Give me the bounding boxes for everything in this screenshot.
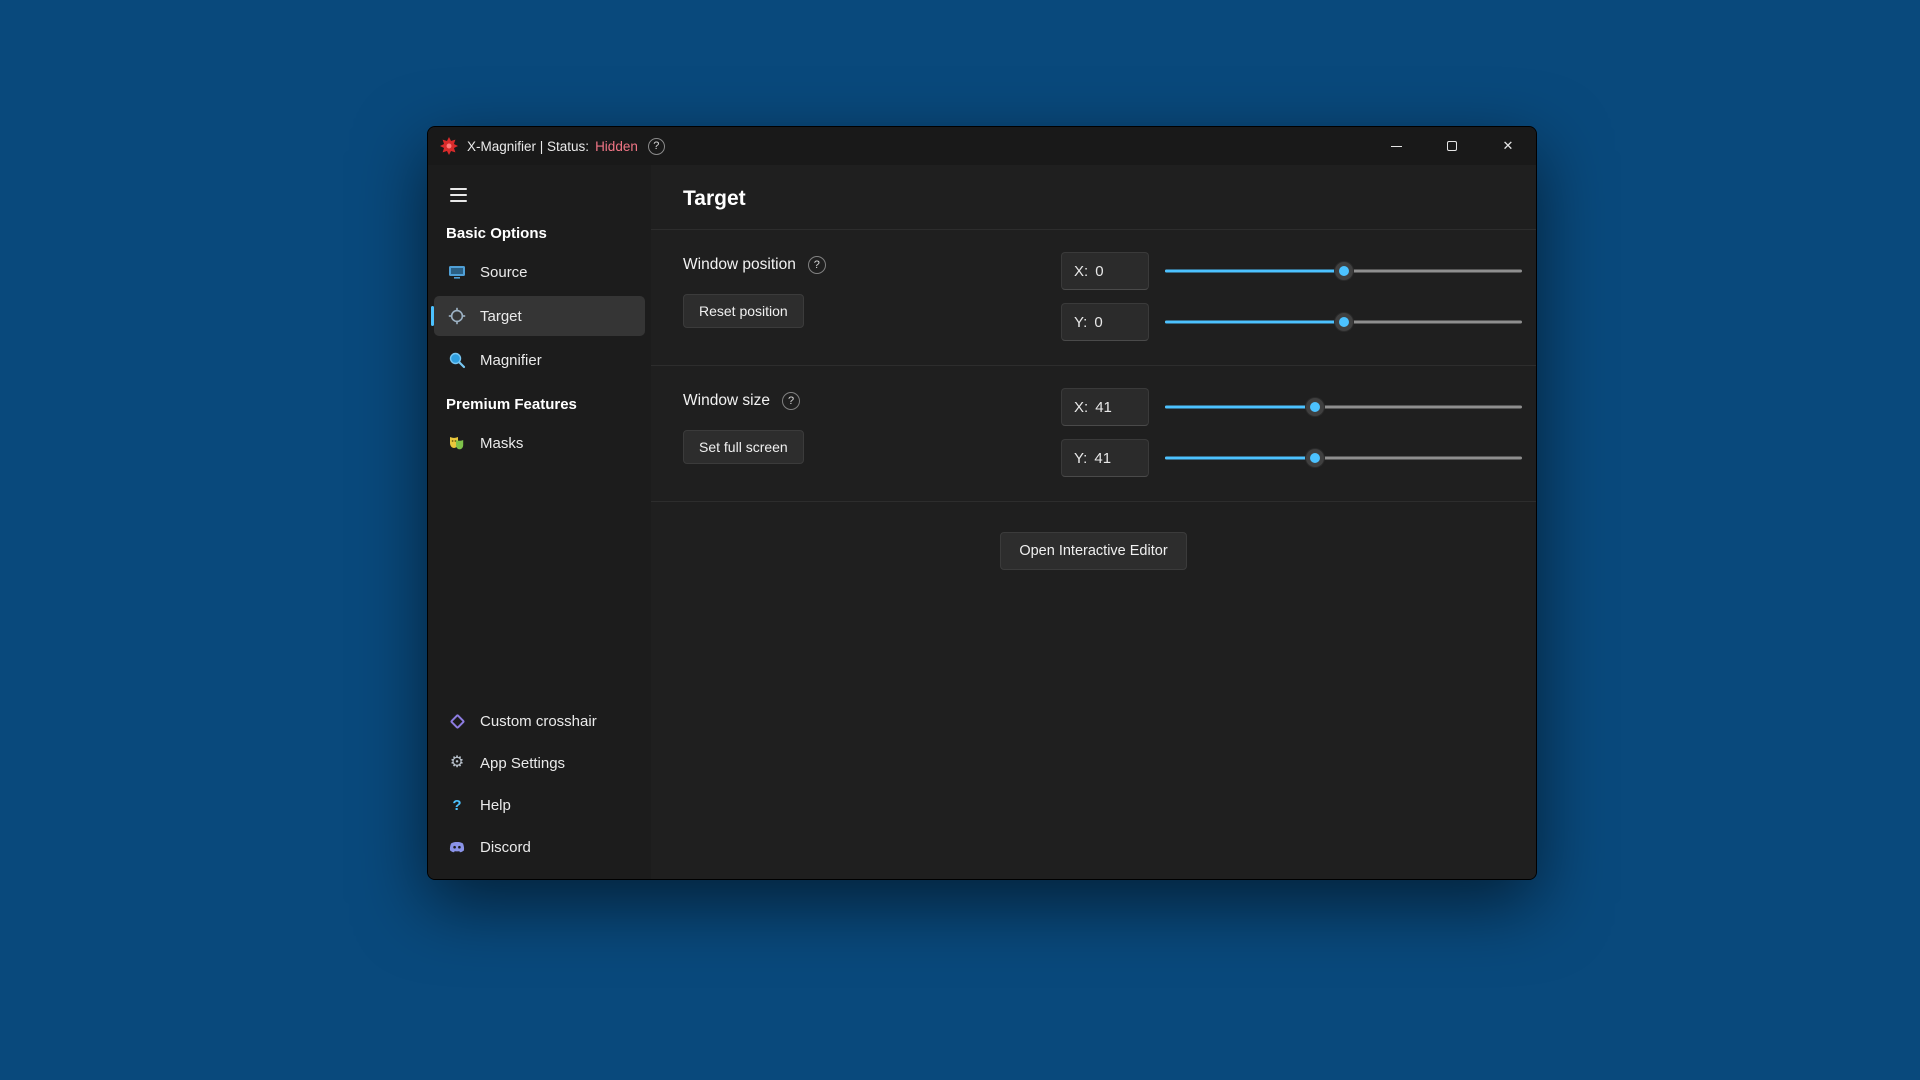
- masks-icon: [448, 434, 466, 452]
- sidebar-item-label: Custom crosshair: [480, 713, 597, 730]
- section-right: X: 41 Y: 41: [1061, 388, 1522, 477]
- size-x-slider[interactable]: [1165, 395, 1522, 419]
- caption-buttons: ✕: [1368, 127, 1536, 165]
- open-interactive-editor-button[interactable]: Open Interactive Editor: [1000, 532, 1186, 570]
- axis-value: 41: [1095, 399, 1112, 416]
- minimize-button[interactable]: [1368, 127, 1424, 165]
- sidebar-item-target[interactable]: Target: [434, 296, 645, 336]
- slider-thumb[interactable]: [1306, 398, 1324, 416]
- discord-icon: [448, 838, 466, 856]
- sidebar-item-label: Help: [480, 797, 511, 814]
- reset-position-button[interactable]: Reset position: [683, 294, 804, 328]
- slider-thumb[interactable]: [1335, 313, 1353, 331]
- position-x-slider[interactable]: [1165, 259, 1522, 283]
- position-y-slider[interactable]: [1165, 310, 1522, 334]
- sidebar-item-source[interactable]: Source: [434, 252, 645, 292]
- sidebar-header-premium: Premium Features: [428, 382, 651, 421]
- size-x-input[interactable]: X: 41: [1061, 388, 1149, 426]
- slider-thumb[interactable]: [1335, 262, 1353, 280]
- axis-value: 41: [1094, 450, 1111, 467]
- magnifier-icon: [448, 351, 466, 369]
- axis-value: 0: [1095, 263, 1103, 280]
- axis-label: Y:: [1074, 450, 1087, 467]
- main-content: Target Window position ? Reset position …: [651, 165, 1536, 879]
- maximize-icon: [1447, 141, 1457, 151]
- sidebar-item-magnifier[interactable]: Magnifier: [434, 340, 645, 380]
- sidebar-item-label: Discord: [480, 839, 531, 856]
- sidebar: Basic Options Source Target Magnifier: [428, 165, 651, 879]
- sidebar-header-basic: Basic Options: [428, 211, 651, 250]
- sidebar-spacer: [428, 465, 651, 699]
- sidebar-item-masks[interactable]: Masks: [434, 423, 645, 463]
- window-position-help-badge[interactable]: ?: [808, 256, 826, 274]
- section-right: X: 0 Y: 0: [1061, 252, 1522, 341]
- close-icon: ✕: [1503, 138, 1514, 154]
- axis-label: Y:: [1074, 314, 1087, 331]
- sidebar-bottom: Custom crosshair ⚙ App Settings ? Help D…: [428, 699, 651, 879]
- main-header: Target: [651, 165, 1536, 229]
- section-window-size: Window size ? Set full screen X: 41: [651, 366, 1536, 501]
- position-x-input[interactable]: X: 0: [1061, 252, 1149, 290]
- close-button[interactable]: ✕: [1480, 127, 1536, 165]
- sidebar-item-help[interactable]: ? Help: [434, 785, 645, 825]
- sidebar-item-label: Target: [480, 308, 522, 325]
- window-size-help-badge[interactable]: ?: [782, 392, 800, 410]
- window-body: Basic Options Source Target Magnifier: [428, 165, 1536, 879]
- position-y-row: Y: 0: [1061, 303, 1522, 341]
- position-x-row: X: 0: [1061, 252, 1522, 290]
- section-window-position: Window position ? Reset position X: 0: [651, 230, 1536, 365]
- window-title: X-Magnifier | Status:: [467, 139, 589, 154]
- window-position-label: Window position: [683, 256, 796, 274]
- sidebar-item-label: Masks: [480, 435, 523, 452]
- window-size-label: Window size: [683, 392, 770, 410]
- size-y-slider[interactable]: [1165, 446, 1522, 470]
- sidebar-item-label: App Settings: [480, 755, 565, 772]
- axis-value: 0: [1094, 314, 1102, 331]
- section-left: Window position ? Reset position: [683, 252, 1061, 328]
- page-title: Target: [683, 187, 1504, 211]
- sidebar-item-custom-crosshair[interactable]: Custom crosshair: [434, 701, 645, 741]
- menu-button[interactable]: [442, 179, 480, 211]
- gear-icon: ⚙: [448, 754, 466, 772]
- app-logo-icon: [440, 137, 458, 155]
- sidebar-item-app-settings[interactable]: ⚙ App Settings: [434, 743, 645, 783]
- slider-thumb[interactable]: [1306, 449, 1324, 467]
- minimize-icon: [1391, 146, 1402, 147]
- position-y-input[interactable]: Y: 0: [1061, 303, 1149, 341]
- axis-label: X:: [1074, 399, 1088, 416]
- app-window: X-Magnifier | Status: Hidden ? ✕ Basic O…: [427, 126, 1537, 880]
- titlebar: X-Magnifier | Status: Hidden ? ✕: [428, 127, 1536, 165]
- crosshair-icon: [448, 307, 466, 325]
- sidebar-item-label: Source: [480, 264, 528, 281]
- section-left: Window size ? Set full screen: [683, 388, 1061, 464]
- editor-row: Open Interactive Editor: [651, 502, 1536, 600]
- status-value: Hidden: [595, 139, 638, 154]
- sidebar-item-label: Magnifier: [480, 352, 542, 369]
- set-full-screen-button[interactable]: Set full screen: [683, 430, 804, 464]
- axis-label: X:: [1074, 263, 1088, 280]
- title-help-badge[interactable]: ?: [648, 138, 665, 155]
- maximize-button[interactable]: [1424, 127, 1480, 165]
- diamond-icon: [448, 712, 466, 730]
- size-y-row: Y: 41: [1061, 439, 1522, 477]
- sidebar-item-discord[interactable]: Discord: [434, 827, 645, 867]
- size-x-row: X: 41: [1061, 388, 1522, 426]
- size-y-input[interactable]: Y: 41: [1061, 439, 1149, 477]
- help-icon: ?: [448, 796, 466, 814]
- monitor-icon: [448, 263, 466, 281]
